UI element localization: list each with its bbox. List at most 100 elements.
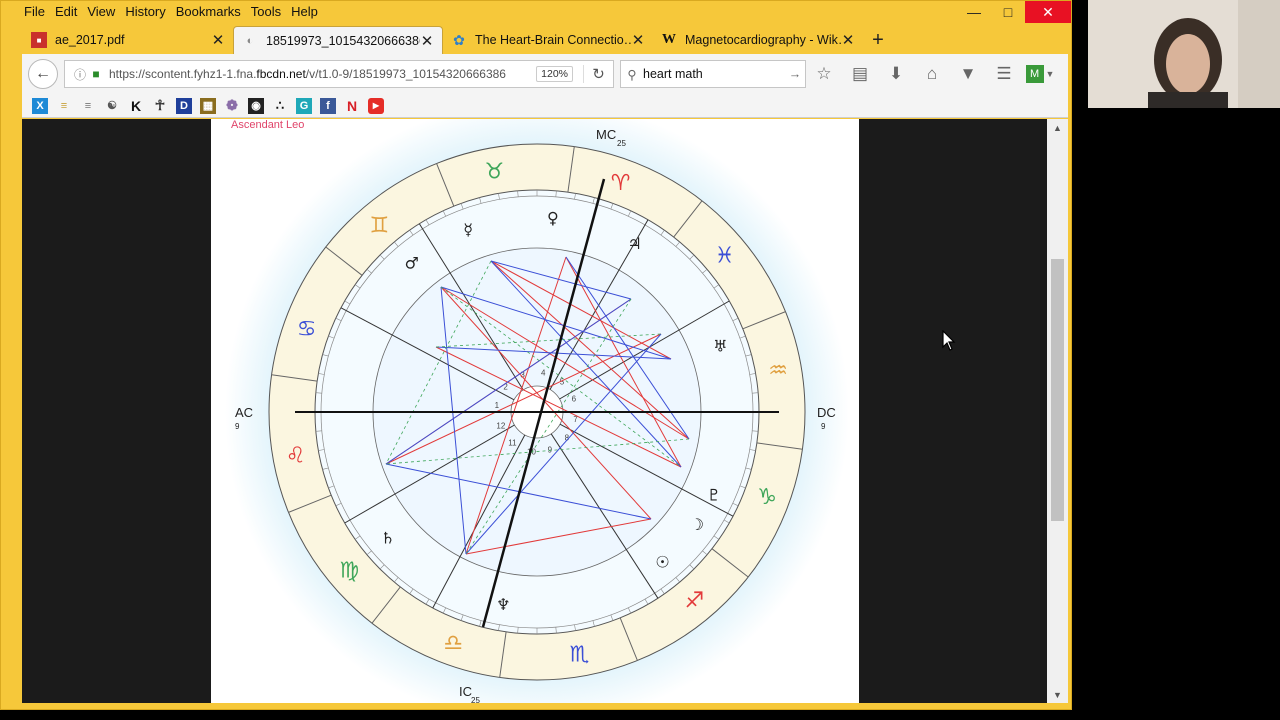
arrow-left-icon: ← (35, 65, 51, 82)
scroll-thumb[interactable] (1051, 259, 1064, 521)
planet-glyph: ♀ (547, 209, 559, 228)
tab-strip: ■ ae_2017.pdf ✕ ◐ 18519973_1015432066638… (23, 26, 1071, 54)
url-text[interactable]: https://scontent.fyhz1-1.fna.fbcdn.net/v… (103, 67, 536, 81)
tab-label: 18519973_101543206663866… (266, 33, 420, 48)
ascendant-label: Ascendant Leo (231, 119, 305, 131)
planet-glyph: ♄ (381, 528, 395, 547)
bookmark-10-icon[interactable]: ◉ (248, 97, 264, 114)
page-viewport: Ascendant Leo 123456789101112 ♉♈♓♒♑♐♏♎♍♌… (22, 119, 1047, 703)
tab-label: The Heart-Brain Connectio… (475, 33, 631, 47)
extension-icon[interactable]: M ▼ (1022, 59, 1058, 89)
url-bar[interactable]: ⓘ ■ https://scontent.fyhz1-1.fna.fbcdn.n… (64, 60, 614, 88)
bookmark-5-icon[interactable]: K (128, 98, 144, 114)
zodiac-sign-glyph: ♏ (570, 642, 590, 667)
close-tab-icon[interactable]: ✕ (631, 31, 645, 49)
house-number: 6 (572, 394, 577, 403)
bookmark-6-icon[interactable]: ☥ (152, 97, 168, 114)
menu-tools[interactable]: Tools (246, 3, 286, 21)
menu-file[interactable]: File (19, 3, 50, 21)
menu-bookmarks[interactable]: Bookmarks (171, 3, 246, 21)
bookmark-9-icon[interactable]: ❁ (224, 97, 240, 114)
zodiac-sign-glyph: ♑ (757, 485, 777, 510)
mc-degree: 25 (617, 139, 626, 148)
mc-label: MC (596, 127, 616, 142)
ac-degree: 9 (235, 422, 240, 431)
scroll-up-icon[interactable]: ▲ (1047, 119, 1068, 136)
reading-list-icon[interactable]: ▤ (842, 59, 878, 89)
bookmark-3-icon[interactable]: ≡ (80, 98, 96, 114)
youtube-icon[interactable]: ▶ (368, 97, 384, 114)
dc-label: DC (817, 405, 836, 420)
lock-icon: ■ (92, 67, 100, 81)
bookmark-8-icon[interactable]: ▦ (200, 97, 216, 114)
search-input[interactable]: heart math (643, 67, 785, 81)
menu-edit[interactable]: Edit (50, 3, 82, 21)
search-go-icon[interactable]: → (785, 67, 805, 81)
zoom-indicator[interactable]: 120% (536, 66, 573, 82)
netflix-icon[interactable]: N (344, 98, 360, 114)
zodiac-sign-glyph: ♍ (339, 558, 359, 583)
planet-glyph: ☿ (463, 220, 473, 239)
bookmarks-toolbar: X ≡ ≡ ☯ K ☥ D ▦ ❁ ◉ ∴ G f N ▶ (22, 94, 1068, 118)
search-bar[interactable]: ⚲ heart math → (620, 60, 806, 88)
planet-glyph: ♅ (713, 336, 727, 355)
reload-icon[interactable]: ↻ (583, 65, 613, 83)
planet-glyph: ♆ (496, 595, 510, 614)
home-icon[interactable]: ⌂ (914, 59, 950, 89)
bookmark-2-icon[interactable]: ≡ (56, 98, 72, 114)
menu-history[interactable]: History (120, 3, 170, 21)
zodiac-sign-glyph: ♒ (768, 358, 788, 383)
bookmark-12-icon[interactable]: G (296, 97, 312, 114)
minimize-button[interactable]: — (957, 1, 991, 23)
house-number: 11 (508, 439, 517, 448)
scroll-down-icon[interactable]: ▼ (1047, 686, 1068, 703)
tab-wikipedia[interactable]: W Magnetocardiography - Wik… ✕ (653, 26, 863, 54)
close-window-button[interactable]: ✕ (1025, 1, 1071, 23)
menu-view[interactable]: View (82, 3, 120, 21)
menu-help[interactable]: Help (286, 3, 323, 21)
vertical-scrollbar[interactable]: ▲ ▼ (1047, 119, 1068, 703)
hamburger-menu-icon[interactable]: ☰ (986, 59, 1022, 89)
tab-image[interactable]: ◐ 18519973_101543206663866… ✕ (233, 26, 443, 54)
info-icon[interactable]: ⓘ (71, 66, 89, 83)
webcam-overlay (1088, 0, 1280, 108)
search-icon: ⚲ (627, 67, 637, 82)
bookmark-4-icon[interactable]: ☯ (104, 98, 120, 114)
back-button[interactable]: ← (28, 59, 58, 89)
natal-chart-image: Ascendant Leo 123456789101112 ♉♈♓♒♑♐♏♎♍♌… (211, 119, 859, 703)
close-tab-icon[interactable]: ✕ (211, 31, 225, 49)
bookmark-star-icon[interactable]: ☆ (806, 59, 842, 89)
maximize-button[interactable]: □ (991, 1, 1025, 23)
ic-degree: 25 (471, 696, 480, 703)
url-prefix: https://scontent.fyhz1-1.fna. (109, 67, 257, 81)
tab-label: Magnetocardiography - Wik… (685, 33, 841, 47)
planet-glyph: ☽ (690, 515, 704, 534)
facebook-icon[interactable]: f (320, 97, 336, 114)
url-path: /v/t1.0-9/18519973_10154320666386 (305, 67, 506, 81)
image-icon: ◐ (246, 34, 254, 47)
tab-label: ae_2017.pdf (55, 33, 125, 47)
planet-glyph: ☉ (655, 552, 669, 571)
bookmark-1-icon[interactable]: X (32, 97, 48, 114)
dc-degree: 9 (821, 422, 826, 431)
url-domain: fbcdn.net (256, 67, 306, 81)
pdf-icon: ■ (31, 32, 47, 48)
bookmark-7-icon[interactable]: D (176, 97, 192, 114)
close-tab-icon[interactable]: ✕ (420, 32, 434, 50)
wikipedia-icon: W (662, 32, 676, 47)
zodiac-sign-glyph: ♉ (484, 160, 504, 185)
close-tab-icon[interactable]: ✕ (841, 31, 855, 49)
tab-heart-brain[interactable]: ✿ The Heart-Brain Connectio… ✕ (443, 26, 653, 54)
zodiac-sign-glyph: ♈ (611, 171, 631, 196)
tab-pdf[interactable]: ■ ae_2017.pdf ✕ (23, 26, 233, 54)
download-icon[interactable]: ⬇ (878, 59, 914, 89)
astrology-wheel: 123456789101112 ♉♈♓♒♑♐♏♎♍♌♋♊☿♀♂♃♄♅♆♇☽☉ M… (225, 119, 849, 703)
zodiac-sign-glyph: ♌ (286, 444, 306, 469)
new-tab-button[interactable]: + (863, 26, 893, 54)
house-number: 1 (495, 401, 500, 410)
pocket-icon[interactable]: ▼ (950, 59, 986, 89)
bookmark-11-icon[interactable]: ∴ (272, 98, 288, 114)
planet-glyph: ♃ (628, 234, 642, 253)
house-number: 12 (496, 422, 505, 431)
house-number: 4 (541, 369, 546, 378)
